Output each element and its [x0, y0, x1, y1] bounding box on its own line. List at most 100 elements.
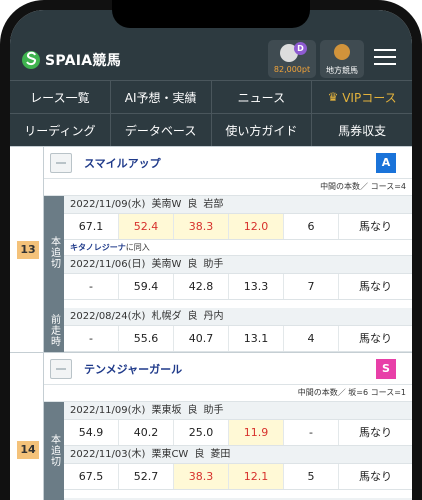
training-info: 2022/08/24(水): [70, 311, 146, 322]
time-cell: 59.4: [119, 274, 174, 299]
training-info: 菱田: [210, 449, 231, 460]
time-cell: 52.4: [119, 214, 174, 239]
time-cell: 5: [284, 464, 339, 489]
rank-badge: D: [294, 42, 307, 55]
spaia-logo[interactable]: SPAIA競馬: [21, 50, 121, 70]
training-header: 2022/11/09(水) 美南W 良岩部: [64, 196, 412, 214]
evaluation-badge: A: [376, 153, 396, 173]
training-info: 良: [194, 449, 205, 460]
nav-news[interactable]: ニュース: [212, 81, 313, 113]
hamburger-menu-icon[interactable]: [374, 49, 396, 67]
nav-betting-balance[interactable]: 馬券収支: [312, 114, 412, 146]
horse-name-row: スマイルアップ A: [44, 147, 412, 179]
training-times: 54.9 40.2 25.0 11.9- 馬なり: [64, 420, 412, 446]
time-cell: 42.8: [174, 274, 229, 299]
training-records: 2022/11/09(水) 美南W 良岩部 67.1 52.4 38.3 12.0 6 馬なりキ…: [64, 196, 412, 300]
time-cell: 馬なり: [359, 470, 392, 483]
evaluation-badge: S: [376, 359, 396, 379]
phone-notch: [112, 0, 310, 28]
time-cell: 馬なり: [359, 332, 392, 345]
note-text: に同入: [125, 243, 150, 252]
nav-row-2: リーディング データベース 使い方ガイド 馬券収支: [10, 113, 412, 146]
time-cell: 13.1: [229, 326, 284, 351]
nav-database[interactable]: データベース: [111, 114, 212, 146]
time-cell: 12.0: [229, 214, 284, 239]
training-note: キタノレジーナに同入: [64, 240, 412, 256]
section-label: 前走時: [44, 308, 64, 352]
time-cell: 11.9: [229, 420, 284, 445]
nav-guide[interactable]: 使い方ガイド: [212, 114, 313, 146]
horse-name-link[interactable]: テンメジャーガール: [84, 361, 182, 377]
nav-vip-course[interactable]: ♛ VIPコース: [312, 81, 412, 113]
gate-number: 14: [17, 441, 39, 459]
logo-text: SPAIA競馬: [45, 53, 122, 69]
app-screen: SPAIA競馬 D 82,000pt 地方競馬 レース一覧 AI予想・実績 ニュ…: [10, 10, 412, 500]
training-info: 美南W: [151, 259, 182, 270]
training-info: 良: [187, 199, 198, 210]
time-cell: 38.3: [174, 214, 229, 239]
nav-race-list[interactable]: レース一覧: [10, 81, 111, 113]
training-header: 2022/11/06(日) 美南W 良助手: [64, 256, 412, 274]
training-info: 2022/11/09(水): [70, 405, 146, 416]
training-info: 岩部: [203, 199, 224, 210]
training-info: 2022/11/03(木): [70, 449, 146, 460]
local-keiba-button[interactable]: 地方競馬: [320, 40, 364, 78]
time-cell: 13.3: [229, 274, 284, 299]
training-times: -59.4 42.8 13.3 7 馬なり: [64, 274, 412, 300]
crown-icon: ♛: [327, 90, 339, 104]
nav-leading[interactable]: リーディング: [10, 114, 111, 146]
partner-horse-link[interactable]: キタノレジーナ: [70, 243, 126, 252]
time-cell: 12.1: [229, 464, 284, 489]
gate-column: 14: [10, 353, 44, 500]
horse-icon: [334, 44, 350, 60]
training-info: 良: [187, 259, 198, 270]
horse-name-link[interactable]: スマイルアップ: [84, 155, 161, 171]
nav-ai-prediction[interactable]: AI予想・実績: [111, 81, 212, 113]
training-records: 2022/08/24(水) 札幌ダ良丹内 -55.6 40.7 13.1 4 馬なり: [64, 308, 412, 352]
time-cell: 55.6: [119, 326, 174, 351]
time-cell: -: [64, 326, 119, 351]
training-info: 助手: [203, 259, 224, 270]
training-count-meta: 中間の本数／ コース=4: [44, 178, 412, 196]
time-cell: 7: [284, 274, 339, 299]
select-checkbox[interactable]: [50, 359, 72, 379]
training-header: 2022/08/24(水) 札幌ダ良丹内: [64, 308, 412, 326]
time-cell: -: [64, 274, 119, 299]
training-info: 助手: [203, 405, 224, 416]
time-cell: 馬なり: [359, 280, 392, 293]
points-button[interactable]: D 82,000pt: [268, 40, 316, 78]
training-list: 13 スマイルアップ A 中間の本数／ コース=4 本追切 2022/11/09(水) 美南…: [10, 146, 412, 500]
time-cell: 馬なり: [359, 220, 392, 233]
time-cell: 67.1: [64, 214, 119, 239]
time-cell: 52.7: [119, 464, 174, 489]
time-cell: 40.7: [174, 326, 229, 351]
training-info: 良: [187, 311, 198, 322]
section-label: 本追切: [44, 402, 64, 498]
nav-row-1: レース一覧 AI予想・実績 ニュース ♛ VIPコース: [10, 80, 412, 113]
training-count-meta: 中間の本数／ 坂=6 コース=1: [44, 384, 412, 402]
time-cell: 4: [284, 326, 339, 351]
training-info: 栗東坂: [151, 405, 182, 416]
time-cell: 54.9: [64, 420, 119, 445]
spaia-logo-icon: [22, 51, 40, 69]
training-info: 丹内: [203, 311, 224, 322]
time-cell: 25.0: [174, 420, 229, 445]
training-info: 美南W: [151, 199, 182, 210]
select-checkbox[interactable]: [50, 153, 72, 173]
gate-number: 13: [17, 241, 39, 259]
section-label: 本追切: [44, 196, 64, 308]
training-info: 札幌ダ: [151, 311, 182, 322]
training-times: 67.5 52.7 38.3 12.1 5 馬なり: [64, 464, 412, 490]
training-info: 2022/11/06(日): [70, 259, 146, 270]
time-cell: 67.5: [64, 464, 119, 489]
horse-name-row: テンメジャーガール S: [44, 353, 412, 385]
time-cell: 40.2: [119, 420, 174, 445]
training-header: 2022/11/03(木) 栗東CW 良菱田: [64, 446, 412, 464]
local-keiba-label: 地方競馬: [326, 66, 358, 75]
training-info: 栗東CW: [151, 449, 189, 460]
training-times: -55.6 40.7 13.1 4 馬なり: [64, 326, 412, 352]
training-info: 2022/11/09(水): [70, 199, 146, 210]
time-cell: 馬なり: [359, 426, 392, 439]
training-records: 2022/11/09(水) 栗東坂良助手 54.9 40.2 25.0 11.9- 馬なり 2…: [64, 402, 412, 490]
vip-label: VIPコース: [342, 90, 397, 105]
